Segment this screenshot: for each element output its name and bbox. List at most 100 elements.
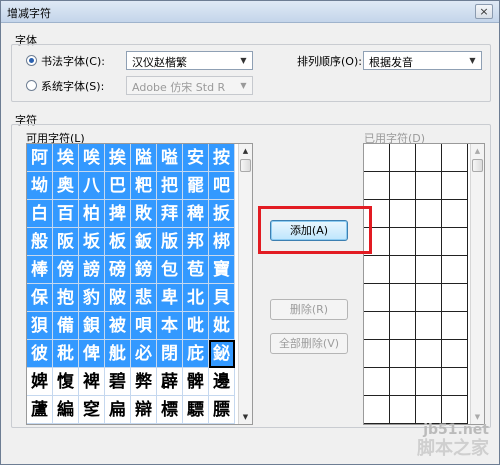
char-cell[interactable]: 百 — [53, 200, 79, 228]
empty-char-cell[interactable] — [416, 256, 442, 284]
empty-char-cell[interactable] — [364, 172, 390, 200]
char-cell[interactable]: 抱 — [53, 284, 79, 312]
empty-char-cell[interactable] — [442, 200, 468, 228]
char-cell[interactable]: 蘆 — [27, 396, 53, 424]
char-cell[interactable]: 把 — [157, 172, 183, 200]
char-cell[interactable]: 鈑 — [131, 228, 157, 256]
system-font-select[interactable]: Adobe 仿宋 Std R ▼ — [126, 76, 253, 95]
char-cell[interactable]: 坳 — [27, 172, 53, 200]
empty-char-cell[interactable] — [364, 396, 390, 424]
char-cell[interactable]: 豹 — [79, 284, 105, 312]
char-cell[interactable]: 粑 — [131, 172, 157, 200]
char-cell[interactable]: 拜 — [157, 200, 183, 228]
empty-char-cell[interactable] — [390, 172, 416, 200]
char-cell[interactable]: 庇 — [183, 340, 209, 368]
char-cell[interactable]: 彼 — [27, 340, 53, 368]
char-cell[interactable]: 罷 — [183, 172, 209, 200]
empty-char-cell[interactable] — [416, 228, 442, 256]
char-cell[interactable]: 裨 — [79, 368, 105, 396]
char-cell[interactable]: 捭 — [105, 200, 131, 228]
char-cell[interactable]: 唉 — [79, 144, 105, 172]
calligraphy-font-select[interactable]: 汉仪赵楷繁 ▼ — [126, 51, 253, 70]
system-font-radio[interactable] — [26, 80, 37, 91]
char-cell[interactable]: 備 — [53, 312, 79, 340]
close-button[interactable]: × — [475, 4, 493, 19]
char-cell[interactable]: 愎 — [53, 368, 79, 396]
char-cell[interactable]: 巴 — [105, 172, 131, 200]
empty-char-cell[interactable] — [442, 144, 468, 172]
char-cell[interactable]: 標 — [157, 396, 183, 424]
char-cell[interactable]: 保 — [27, 284, 53, 312]
char-cell[interactable]: 柏 — [79, 200, 105, 228]
char-cell[interactable]: 驃 — [183, 396, 209, 424]
scroll-thumb[interactable] — [472, 159, 483, 172]
empty-char-cell[interactable] — [442, 396, 468, 424]
empty-char-cell[interactable] — [364, 312, 390, 340]
char-cell[interactable]: 陂 — [105, 284, 131, 312]
char-cell[interactable]: 貝 — [209, 284, 235, 312]
empty-char-cell[interactable] — [364, 340, 390, 368]
char-cell[interactable]: 阿 — [27, 144, 53, 172]
char-cell[interactable]: 俾 — [79, 340, 105, 368]
char-cell[interactable]: 寶 — [209, 256, 235, 284]
used-chars-grid[interactable]: ▲ ▼ — [363, 143, 485, 425]
char-cell[interactable]: 鎊 — [131, 256, 157, 284]
available-scrollbar[interactable]: ▲ ▼ — [238, 144, 252, 424]
char-cell[interactable]: 磅 — [105, 256, 131, 284]
char-cell[interactable]: 白 — [27, 200, 53, 228]
char-cell[interactable]: 卑 — [157, 284, 183, 312]
char-cell[interactable]: 妣 — [209, 312, 235, 340]
char-cell[interactable]: 包 — [157, 256, 183, 284]
char-cell[interactable]: 敗 — [131, 200, 157, 228]
char-cell[interactable]: 安 — [183, 144, 209, 172]
empty-char-cell[interactable] — [390, 312, 416, 340]
available-chars-grid[interactable]: 膘驃標辯扁窆編蘆 邊髀薜弊碧裨愎婢 鉍庇閉必舭俾秕彼 妣吡本唄被鋇備狽 貝北卑悲陂豹抱保… — [26, 143, 253, 425]
char-cell[interactable]: 埃 — [53, 144, 79, 172]
empty-char-cell[interactable] — [442, 368, 468, 396]
char-cell[interactable]: 隘 — [131, 144, 157, 172]
empty-char-cell[interactable] — [390, 200, 416, 228]
empty-char-cell[interactable] — [442, 284, 468, 312]
char-cell[interactable]: 挨 — [105, 144, 131, 172]
char-cell[interactable]: 謗 — [79, 256, 105, 284]
delete-button[interactable]: 删除(R) — [270, 299, 348, 320]
char-cell[interactable]: 婢 — [27, 368, 53, 396]
char-cell[interactable]: 弊 — [131, 368, 157, 396]
char-cell[interactable]: 辯 — [131, 396, 157, 424]
char-cell[interactable]: 唄 — [131, 312, 157, 340]
char-cell[interactable]: 秕 — [53, 340, 79, 368]
used-scrollbar[interactable]: ▲ ▼ — [470, 144, 484, 424]
empty-char-cell[interactable] — [442, 228, 468, 256]
empty-char-cell[interactable] — [364, 368, 390, 396]
char-cell[interactable]: 鉍 — [209, 340, 235, 368]
char-cell[interactable]: 被 — [105, 312, 131, 340]
char-cell[interactable]: 碧 — [105, 368, 131, 396]
empty-char-cell[interactable] — [364, 144, 390, 172]
empty-char-cell[interactable] — [442, 312, 468, 340]
empty-char-cell[interactable] — [390, 228, 416, 256]
char-cell[interactable]: 扁 — [105, 396, 131, 424]
char-cell[interactable]: 按 — [209, 144, 235, 172]
scroll-up-icon[interactable]: ▲ — [471, 144, 484, 158]
empty-char-cell[interactable] — [390, 368, 416, 396]
empty-char-cell[interactable] — [442, 256, 468, 284]
char-cell[interactable]: 必 — [131, 340, 157, 368]
char-cell[interactable]: 邊 — [209, 368, 235, 396]
scroll-down-icon[interactable]: ▼ — [239, 410, 252, 424]
scroll-up-icon[interactable]: ▲ — [239, 144, 252, 158]
empty-char-cell[interactable] — [416, 200, 442, 228]
char-cell[interactable]: 邦 — [183, 228, 209, 256]
empty-char-cell[interactable] — [416, 284, 442, 312]
empty-char-cell[interactable] — [416, 368, 442, 396]
char-cell[interactable]: 坂 — [79, 228, 105, 256]
empty-char-cell[interactable] — [416, 312, 442, 340]
empty-char-cell[interactable] — [390, 256, 416, 284]
char-cell[interactable]: 北 — [183, 284, 209, 312]
empty-char-cell[interactable] — [364, 256, 390, 284]
char-cell[interactable]: 狽 — [27, 312, 53, 340]
char-cell[interactable]: 般 — [27, 228, 53, 256]
char-cell[interactable]: 薜 — [157, 368, 183, 396]
char-cell[interactable]: 閉 — [157, 340, 183, 368]
char-cell[interactable]: 髀 — [183, 368, 209, 396]
char-cell[interactable]: 苞 — [183, 256, 209, 284]
